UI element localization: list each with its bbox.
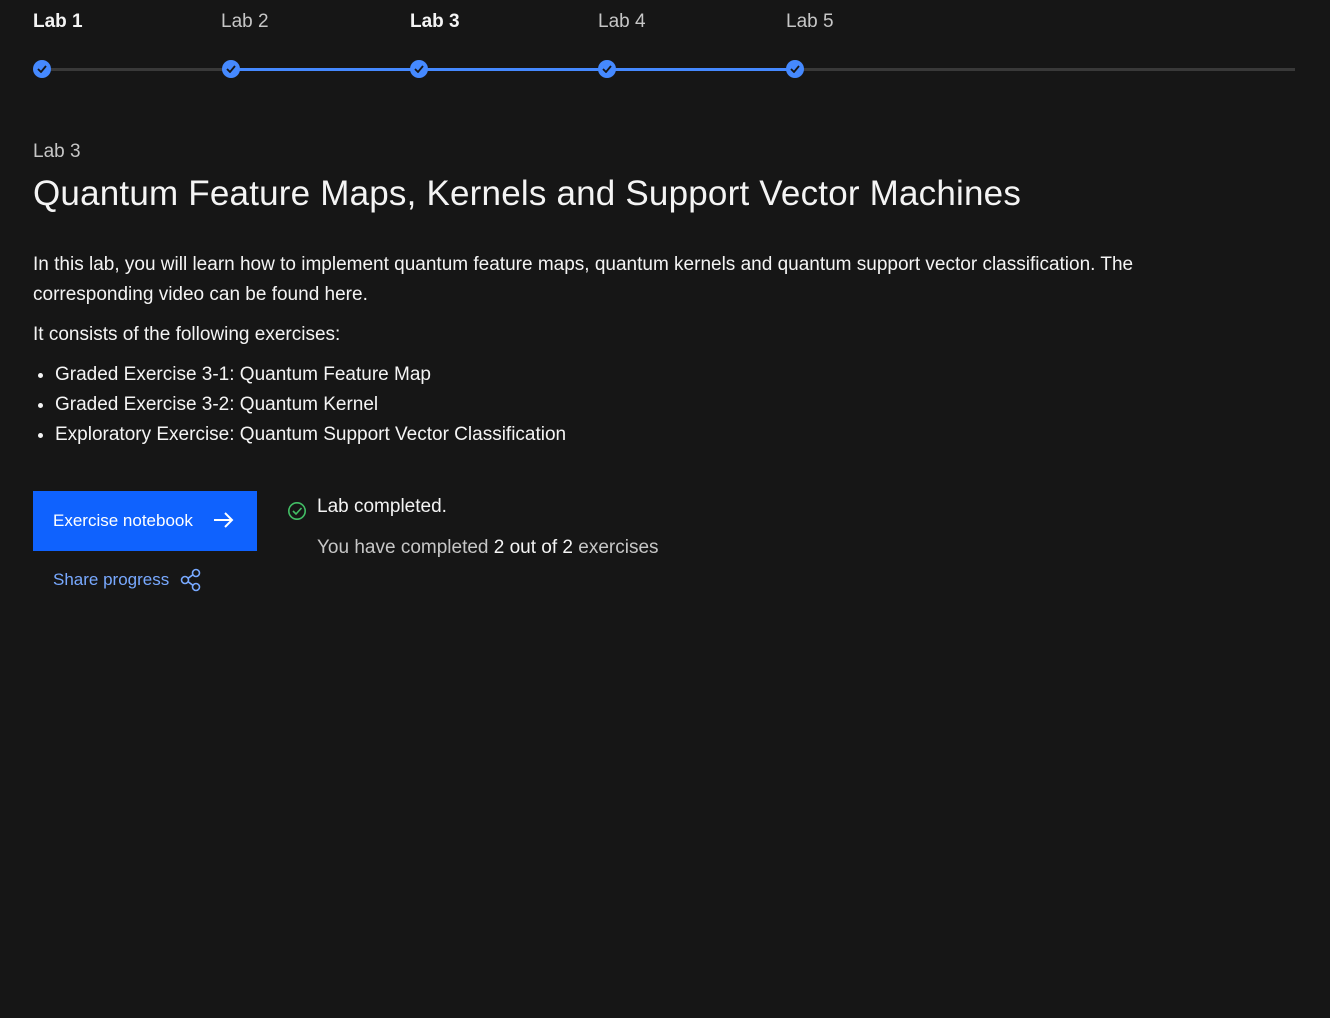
checkmark-icon bbox=[37, 65, 47, 73]
share-progress-link[interactable]: Share progress bbox=[53, 568, 202, 592]
intro-text: In this lab, you will learn how to imple… bbox=[33, 254, 1134, 305]
checkmark-icon bbox=[226, 65, 236, 73]
check-circle-icon bbox=[288, 502, 306, 520]
step-label-lab-3[interactable]: Lab 3 bbox=[410, 11, 460, 33]
checkmark-icon bbox=[790, 65, 800, 73]
step-dot-lab-2[interactable] bbox=[222, 60, 240, 78]
checkmark-icon bbox=[414, 65, 424, 73]
progress-track-remaining bbox=[795, 68, 1295, 71]
page-title: Quantum Feature Maps, Kernels and Suppor… bbox=[33, 174, 1022, 213]
step-dot-lab-4[interactable] bbox=[598, 60, 616, 78]
share-progress-label: Share progress bbox=[53, 570, 170, 589]
video-link[interactable]: here bbox=[325, 284, 363, 305]
exercises-heading: It consists of the following exercises: bbox=[33, 324, 341, 345]
share-icon bbox=[180, 568, 201, 592]
intro-end: . bbox=[362, 284, 368, 305]
exercise-notebook-button[interactable]: Exercise notebook bbox=[33, 491, 257, 551]
list-item: Exploratory Exercise: Quantum Support Ve… bbox=[55, 420, 566, 450]
lab-intro: In this lab, you will learn how to imple… bbox=[33, 250, 1233, 310]
lab-eyebrow: Lab 3 bbox=[33, 141, 81, 162]
progress-track-completed bbox=[231, 68, 795, 71]
lab-progress-stepper: Lab 1 Lab 2 Lab 3 Lab 4 Lab 5 bbox=[0, 0, 1330, 90]
step-dot-lab-3[interactable] bbox=[410, 60, 428, 78]
arrow-right-icon bbox=[214, 512, 234, 528]
exercise-list: Graded Exercise 3-1: Quantum Feature Map… bbox=[33, 360, 566, 450]
list-item: Graded Exercise 3-2: Quantum Kernel bbox=[55, 390, 566, 420]
exercise-notebook-label: Exercise notebook bbox=[53, 511, 193, 530]
status-prefix: You have completed bbox=[317, 537, 489, 558]
list-item: Graded Exercise 3-1: Quantum Feature Map bbox=[55, 360, 566, 390]
status-count: 2 out of 2 bbox=[493, 537, 573, 558]
step-dot-lab-5[interactable] bbox=[786, 60, 804, 78]
step-label-lab-2[interactable]: Lab 2 bbox=[221, 11, 269, 33]
lab-page: Lab 1 Lab 2 Lab 3 Lab 4 Lab 5 Lab 3 Quan… bbox=[0, 0, 1330, 1018]
lab-status-title: Lab completed. bbox=[317, 496, 447, 517]
lab-status-summary: You have completed 2 out of 2 exercises bbox=[317, 537, 659, 559]
step-label-lab-5[interactable]: Lab 5 bbox=[786, 11, 834, 33]
progress-track-segment bbox=[42, 68, 231, 71]
step-label-lab-4[interactable]: Lab 4 bbox=[598, 11, 646, 33]
step-dot-lab-1[interactable] bbox=[33, 60, 51, 78]
status-suffix: exercises bbox=[578, 537, 659, 558]
checkmark-icon bbox=[602, 65, 612, 73]
step-label-lab-1[interactable]: Lab 1 bbox=[33, 11, 83, 33]
